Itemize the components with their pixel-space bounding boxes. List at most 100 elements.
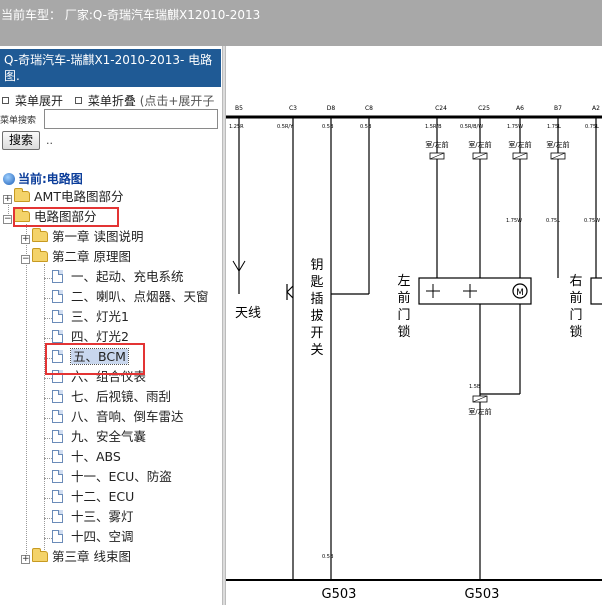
- pin-label: B7: [554, 105, 562, 112]
- tree-item-label: 十一、ECU、防盗: [71, 469, 172, 484]
- expand-icon[interactable]: +: [21, 235, 30, 244]
- svg-text:室/左前: 室/左前: [468, 407, 491, 416]
- tree-item[interactable]: 一、起动、充电系统: [52, 267, 184, 287]
- tree-item-label: 十四、空调: [71, 529, 134, 544]
- globe-icon: [3, 173, 15, 185]
- wire-label: 0.75W: [584, 218, 600, 224]
- wiring-diagram: B5 C3 D8 C8 C24 C25 A6 B7 A2 1.25R 0.5R/…: [226, 46, 602, 605]
- expand-icon[interactable]: +: [21, 555, 30, 564]
- svg-text:锁: 锁: [569, 324, 582, 340]
- document-icon: [52, 310, 63, 323]
- svg-text:插: 插: [310, 292, 323, 307]
- tree-folder-chapter1[interactable]: + 第一章 读图说明: [21, 227, 143, 247]
- expand-icon[interactable]: +: [3, 195, 12, 204]
- folder-icon: [14, 188, 30, 202]
- tree-item-label: 三、灯光1: [71, 309, 129, 324]
- document-icon: [52, 450, 63, 463]
- tree-item-label: 七、后视镜、雨刮: [71, 389, 172, 404]
- tree-item-label: 十、ABS: [71, 449, 121, 464]
- pin-label: A6: [516, 105, 524, 112]
- pin-label: C24: [435, 105, 447, 112]
- collapse-icon[interactable]: −: [3, 215, 12, 224]
- tree-item[interactable]: 七、后视镜、雨刮: [52, 387, 171, 407]
- tree-folder-chapter1-label: 第一章 读图说明: [52, 229, 144, 244]
- document-icon: [52, 470, 63, 483]
- wire-label: 0.75L: [546, 218, 560, 224]
- search-label: 菜单搜索: [0, 116, 37, 126]
- tree-folder-amt[interactable]: + AMT电路图部分: [3, 187, 123, 207]
- current-model-label: 当前车型： 厂家:Q-奇瑞汽车瑞麒X12010-2013: [1, 8, 261, 22]
- sidebar: Q-奇瑞汽车-瑞麒X1-2010-2013- 电路图. 菜单展开 菜单折叠 (点…: [0, 46, 222, 605]
- tree-item[interactable]: 十四、空调: [52, 527, 134, 547]
- tree-item[interactable]: 三、灯光1: [52, 307, 129, 327]
- svg-text:左: 左: [397, 274, 410, 289]
- tree-item[interactable]: 十三、雾灯: [52, 507, 134, 527]
- tree-item[interactable]: 八、音响、倒车雷达: [52, 407, 184, 427]
- document-icon: [52, 270, 63, 283]
- svg-text:前: 前: [397, 290, 410, 306]
- collapse-hint: (点击+展开子: [139, 94, 215, 108]
- highlight-box-bcm: [45, 343, 145, 375]
- search-button[interactable]: 搜索: [2, 131, 40, 150]
- search-row: 菜单搜索: [0, 108, 222, 130]
- tree-item-label: 二、喇叭、点烟器、天窗: [71, 289, 209, 304]
- collapse-icon[interactable]: −: [21, 255, 30, 264]
- wire-label: 0.5B: [322, 124, 334, 130]
- tree-header-label: 当前:电路图: [18, 172, 83, 186]
- collapse-all-link[interactable]: 菜单折叠: [88, 94, 136, 108]
- tree-item[interactable]: 十、ABS: [52, 447, 121, 467]
- wire-label: 0.5R/Y: [277, 124, 294, 130]
- document-icon: [52, 510, 63, 523]
- highlight-box-circuit: [13, 207, 119, 227]
- pin-label: B5: [235, 105, 243, 112]
- search-input[interactable]: [44, 109, 218, 129]
- document-icon: [52, 490, 63, 503]
- expand-all-link[interactable]: 菜单展开: [15, 94, 63, 108]
- pin-label: C3: [289, 105, 297, 112]
- motor-symbol: M: [512, 283, 528, 299]
- tree-header[interactable]: 当前:电路图: [3, 170, 83, 187]
- folder-open-icon: [32, 248, 48, 262]
- svg-text:匙: 匙: [310, 275, 323, 290]
- tree-item[interactable]: 二、喇叭、点烟器、天窗: [52, 287, 209, 307]
- wire-label: 0.5B: [360, 124, 372, 130]
- tree-item[interactable]: 十二、ECU: [52, 487, 134, 507]
- collapse-checkbox-icon[interactable]: [74, 97, 82, 104]
- tree-item[interactable]: 九、安全气囊: [52, 427, 146, 447]
- ground-label: G503: [465, 587, 500, 602]
- tree-folder-chapter3-label: 第三章 线束图: [52, 549, 131, 564]
- svg-text:右: 右: [569, 274, 582, 289]
- tree-item-label: 十二、ECU: [71, 489, 135, 504]
- tree-item-label: 一、起动、充电系统: [71, 269, 184, 284]
- svg-text:关: 关: [310, 343, 323, 358]
- wire-label: 1.5B: [469, 384, 481, 390]
- svg-text:M: M: [516, 288, 524, 298]
- sidebar-title: Q-奇瑞汽车-瑞麒X1-2010-2013- 电路图.: [0, 49, 221, 87]
- svg-text:前: 前: [569, 290, 582, 306]
- wire-label: 0.5R/B/W: [460, 124, 483, 130]
- wire-label: 1.75L: [547, 124, 561, 130]
- pin-label: D8: [327, 105, 336, 112]
- document-icon: [52, 530, 63, 543]
- top-bar: 当前车型： 厂家:Q-奇瑞汽车瑞麒X12010-2013: [0, 0, 602, 46]
- wire-label: 1.25R: [229, 124, 244, 130]
- folder-icon: [32, 228, 48, 242]
- wire-label: 1.75W: [506, 218, 522, 224]
- tree-folder-chapter2[interactable]: − 第二章 原理图: [21, 247, 131, 267]
- wire-label: 0.5B: [322, 554, 334, 560]
- pin-label: C8: [365, 105, 373, 112]
- right-lock-actuator: [590, 277, 602, 305]
- svg-text:室/左前: 室/左前: [508, 140, 531, 149]
- tree-item[interactable]: 十一、ECU、防盗: [52, 467, 172, 487]
- tree-item-label: 十三、雾灯: [71, 509, 134, 524]
- svg-text:锁: 锁: [397, 324, 410, 340]
- folder-icon: [32, 548, 48, 562]
- antenna-label: 天线: [235, 306, 261, 321]
- document-icon: [52, 410, 63, 423]
- document-icon: [52, 290, 63, 303]
- svg-text:钥: 钥: [310, 258, 323, 273]
- expand-checkbox-icon[interactable]: [2, 97, 9, 104]
- tree-folder-chapter3[interactable]: + 第三章 线束图: [21, 547, 131, 567]
- pin-label: A2: [592, 105, 600, 112]
- svg-text:拔: 拔: [310, 309, 323, 324]
